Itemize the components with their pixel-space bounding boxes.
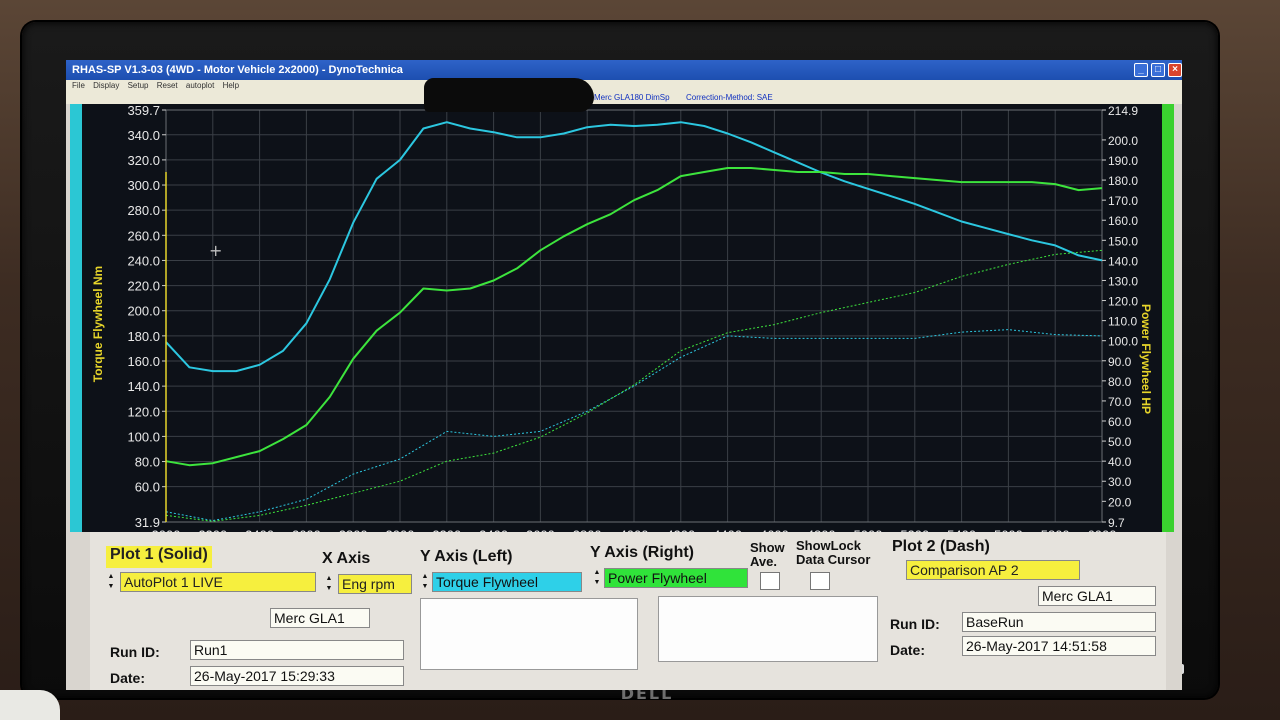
y-right-tick-label: 100.0	[1108, 335, 1138, 349]
y-right-tick-label: 120.0	[1108, 295, 1138, 309]
window-titlebar[interactable]: RHAS-SP V1.3-03 (4WD - Motor Vehicle 2x2…	[66, 60, 1182, 80]
right-axis-bar	[1162, 104, 1174, 532]
y-left-tick-label: 260.0	[127, 228, 160, 243]
right-runid-field[interactable]: BaseRun	[962, 612, 1156, 632]
y-left-tick-label: 300.0	[127, 178, 160, 193]
show-ave-checkbox[interactable]	[760, 572, 780, 590]
plot2-label: Plot 2 (Dash)	[892, 538, 990, 555]
left-runid-label: Run ID:	[110, 644, 160, 660]
y-right-axis-label: Y Axis (Right)	[590, 544, 695, 561]
y-left-axis-label: Y Axis (Left)	[420, 548, 513, 565]
y-right-tick-label: 50.0	[1108, 435, 1132, 449]
y-right-tick-label: 80.0	[1108, 375, 1132, 389]
y-left-select[interactable]: Torque Flywheel	[432, 572, 582, 592]
y-right-tick-label: 40.0	[1108, 455, 1132, 469]
plot1-spinner[interactable]: ▲ ▼	[106, 572, 116, 592]
menu-setup[interactable]: Setup	[128, 81, 149, 90]
vehicle-info: Merc GLA180 DimSp	[594, 93, 670, 102]
menu-file[interactable]: File	[72, 81, 85, 90]
y-left-tick-label: 60.0	[135, 480, 160, 495]
y-right-tick-label: 130.0	[1108, 274, 1138, 288]
y-left-tick-label: 100.0	[127, 429, 160, 444]
y-left-spinner[interactable]: ▲ ▼	[420, 572, 430, 592]
x-axis-spinner[interactable]: ▲ ▼	[324, 574, 334, 594]
y-left-tick-label: 80.0	[135, 455, 160, 470]
y-right-tick-label: 180.0	[1108, 174, 1138, 188]
y-right-tick-label: 170.0	[1108, 194, 1138, 208]
y-right-tick-label: 214.9	[1108, 104, 1138, 118]
left-axis-bar	[70, 104, 82, 532]
y-right-tick-label: 90.0	[1108, 355, 1132, 369]
minimize-button[interactable]: _	[1134, 63, 1148, 77]
control-panel: Plot 1 (Solid) ▲ ▼ AutoPlot 1 LIVE X Axis…	[90, 532, 1166, 690]
y-right-select[interactable]: Power Flywheel	[604, 568, 748, 588]
y-right-label: Power Flywheel HP	[1139, 304, 1153, 414]
data-cursor-label: Data Cursor	[796, 552, 871, 567]
x-axis-label: X Axis	[322, 550, 371, 567]
x-axis-select[interactable]: Eng rpm	[338, 574, 412, 594]
y-right-tick-label: 60.0	[1108, 415, 1132, 429]
y-right-tick-label: 190.0	[1108, 154, 1138, 168]
y-left-tick-label: 320.0	[127, 153, 160, 168]
y-left-tick-label: 180.0	[127, 329, 160, 344]
left-date-label: Date:	[110, 670, 146, 686]
maximize-button[interactable]: □	[1151, 63, 1165, 77]
y-left-tick-label: 200.0	[127, 304, 160, 319]
show-ave-label: Show	[750, 540, 785, 555]
y-left-tick-label: 340.0	[127, 128, 160, 143]
y-right-tick-label: 70.0	[1108, 395, 1132, 409]
plot1-label: Plot 1 (Solid)	[106, 546, 212, 568]
info-bar: Merc GLA180 DimSp Correction-Method: SAE	[66, 92, 1182, 104]
y-left-tick-label: 140.0	[127, 379, 160, 394]
right-vehicle-field[interactable]: Merc GLA1	[1038, 586, 1156, 606]
left-runid-field[interactable]: Run1	[190, 640, 404, 660]
menubar: File Display Setup Reset autoplot Help	[66, 80, 1182, 92]
app-screen: RHAS-SP V1.3-03 (4WD - Motor Vehicle 2x2…	[66, 60, 1182, 690]
y-right-tick-label: 140.0	[1108, 254, 1138, 268]
chart-background	[82, 104, 1162, 532]
menu-display[interactable]: Display	[93, 81, 119, 90]
y-right-tick-label: 150.0	[1108, 234, 1138, 248]
y-right-spinner[interactable]: ▲ ▼	[592, 568, 602, 588]
y-right-tick-label: 20.0	[1108, 495, 1132, 509]
right-notes-box[interactable]	[658, 596, 878, 662]
show-lock-label: ShowLock	[796, 538, 862, 553]
menu-reset[interactable]: Reset	[157, 81, 178, 90]
show-ave-label-2: Ave.	[750, 554, 777, 569]
menu-autoplot[interactable]: autoplot	[186, 81, 214, 90]
close-button[interactable]: ×	[1168, 63, 1182, 77]
redaction-top	[424, 78, 594, 112]
desk-cloth	[0, 690, 60, 720]
dyno-chart[interactable]: 359.7 340.0 320.0 300.0 280.0 260.0 240.0 220.0…	[82, 104, 1162, 532]
left-date-field[interactable]: 26-May-2017 15:29:33	[190, 666, 404, 686]
plot1-select[interactable]: AutoPlot 1 LIVE	[120, 572, 316, 592]
y-left-label: Torque Flywheel Nm	[91, 266, 105, 382]
menu-help[interactable]: Help	[223, 81, 239, 90]
y-left-tick-label: 240.0	[127, 253, 160, 268]
y-left-tick-label: 120.0	[127, 404, 160, 419]
y-left-tick-label: 160.0	[127, 354, 160, 369]
right-date-field[interactable]: 26-May-2017 14:51:58	[962, 636, 1156, 656]
y-left-tick-label: 220.0	[127, 279, 160, 294]
crosshair-icon: +	[209, 241, 222, 260]
plot2-select[interactable]: Comparison AP 2	[906, 560, 1080, 580]
window-title: RHAS-SP V1.3-03 (4WD - Motor Vehicle 2x2…	[72, 64, 403, 76]
left-vehicle-field[interactable]: Merc GLA1	[270, 608, 370, 628]
y-right-tick-label: 200.0	[1108, 134, 1138, 148]
y-left-tick-label: 280.0	[127, 203, 160, 218]
show-lock-checkbox[interactable]	[810, 572, 830, 590]
y-left-tick-label: 359.7	[127, 104, 160, 118]
y-right-tick-label: 30.0	[1108, 475, 1132, 489]
correction-method: Correction-Method: SAE	[686, 93, 773, 102]
y-right-tick-label: 160.0	[1108, 214, 1138, 228]
right-runid-label: Run ID:	[890, 616, 940, 632]
left-notes-box[interactable]	[420, 598, 638, 670]
y-right-tick-label: 110.0	[1108, 315, 1137, 329]
right-date-label: Date:	[890, 642, 926, 658]
